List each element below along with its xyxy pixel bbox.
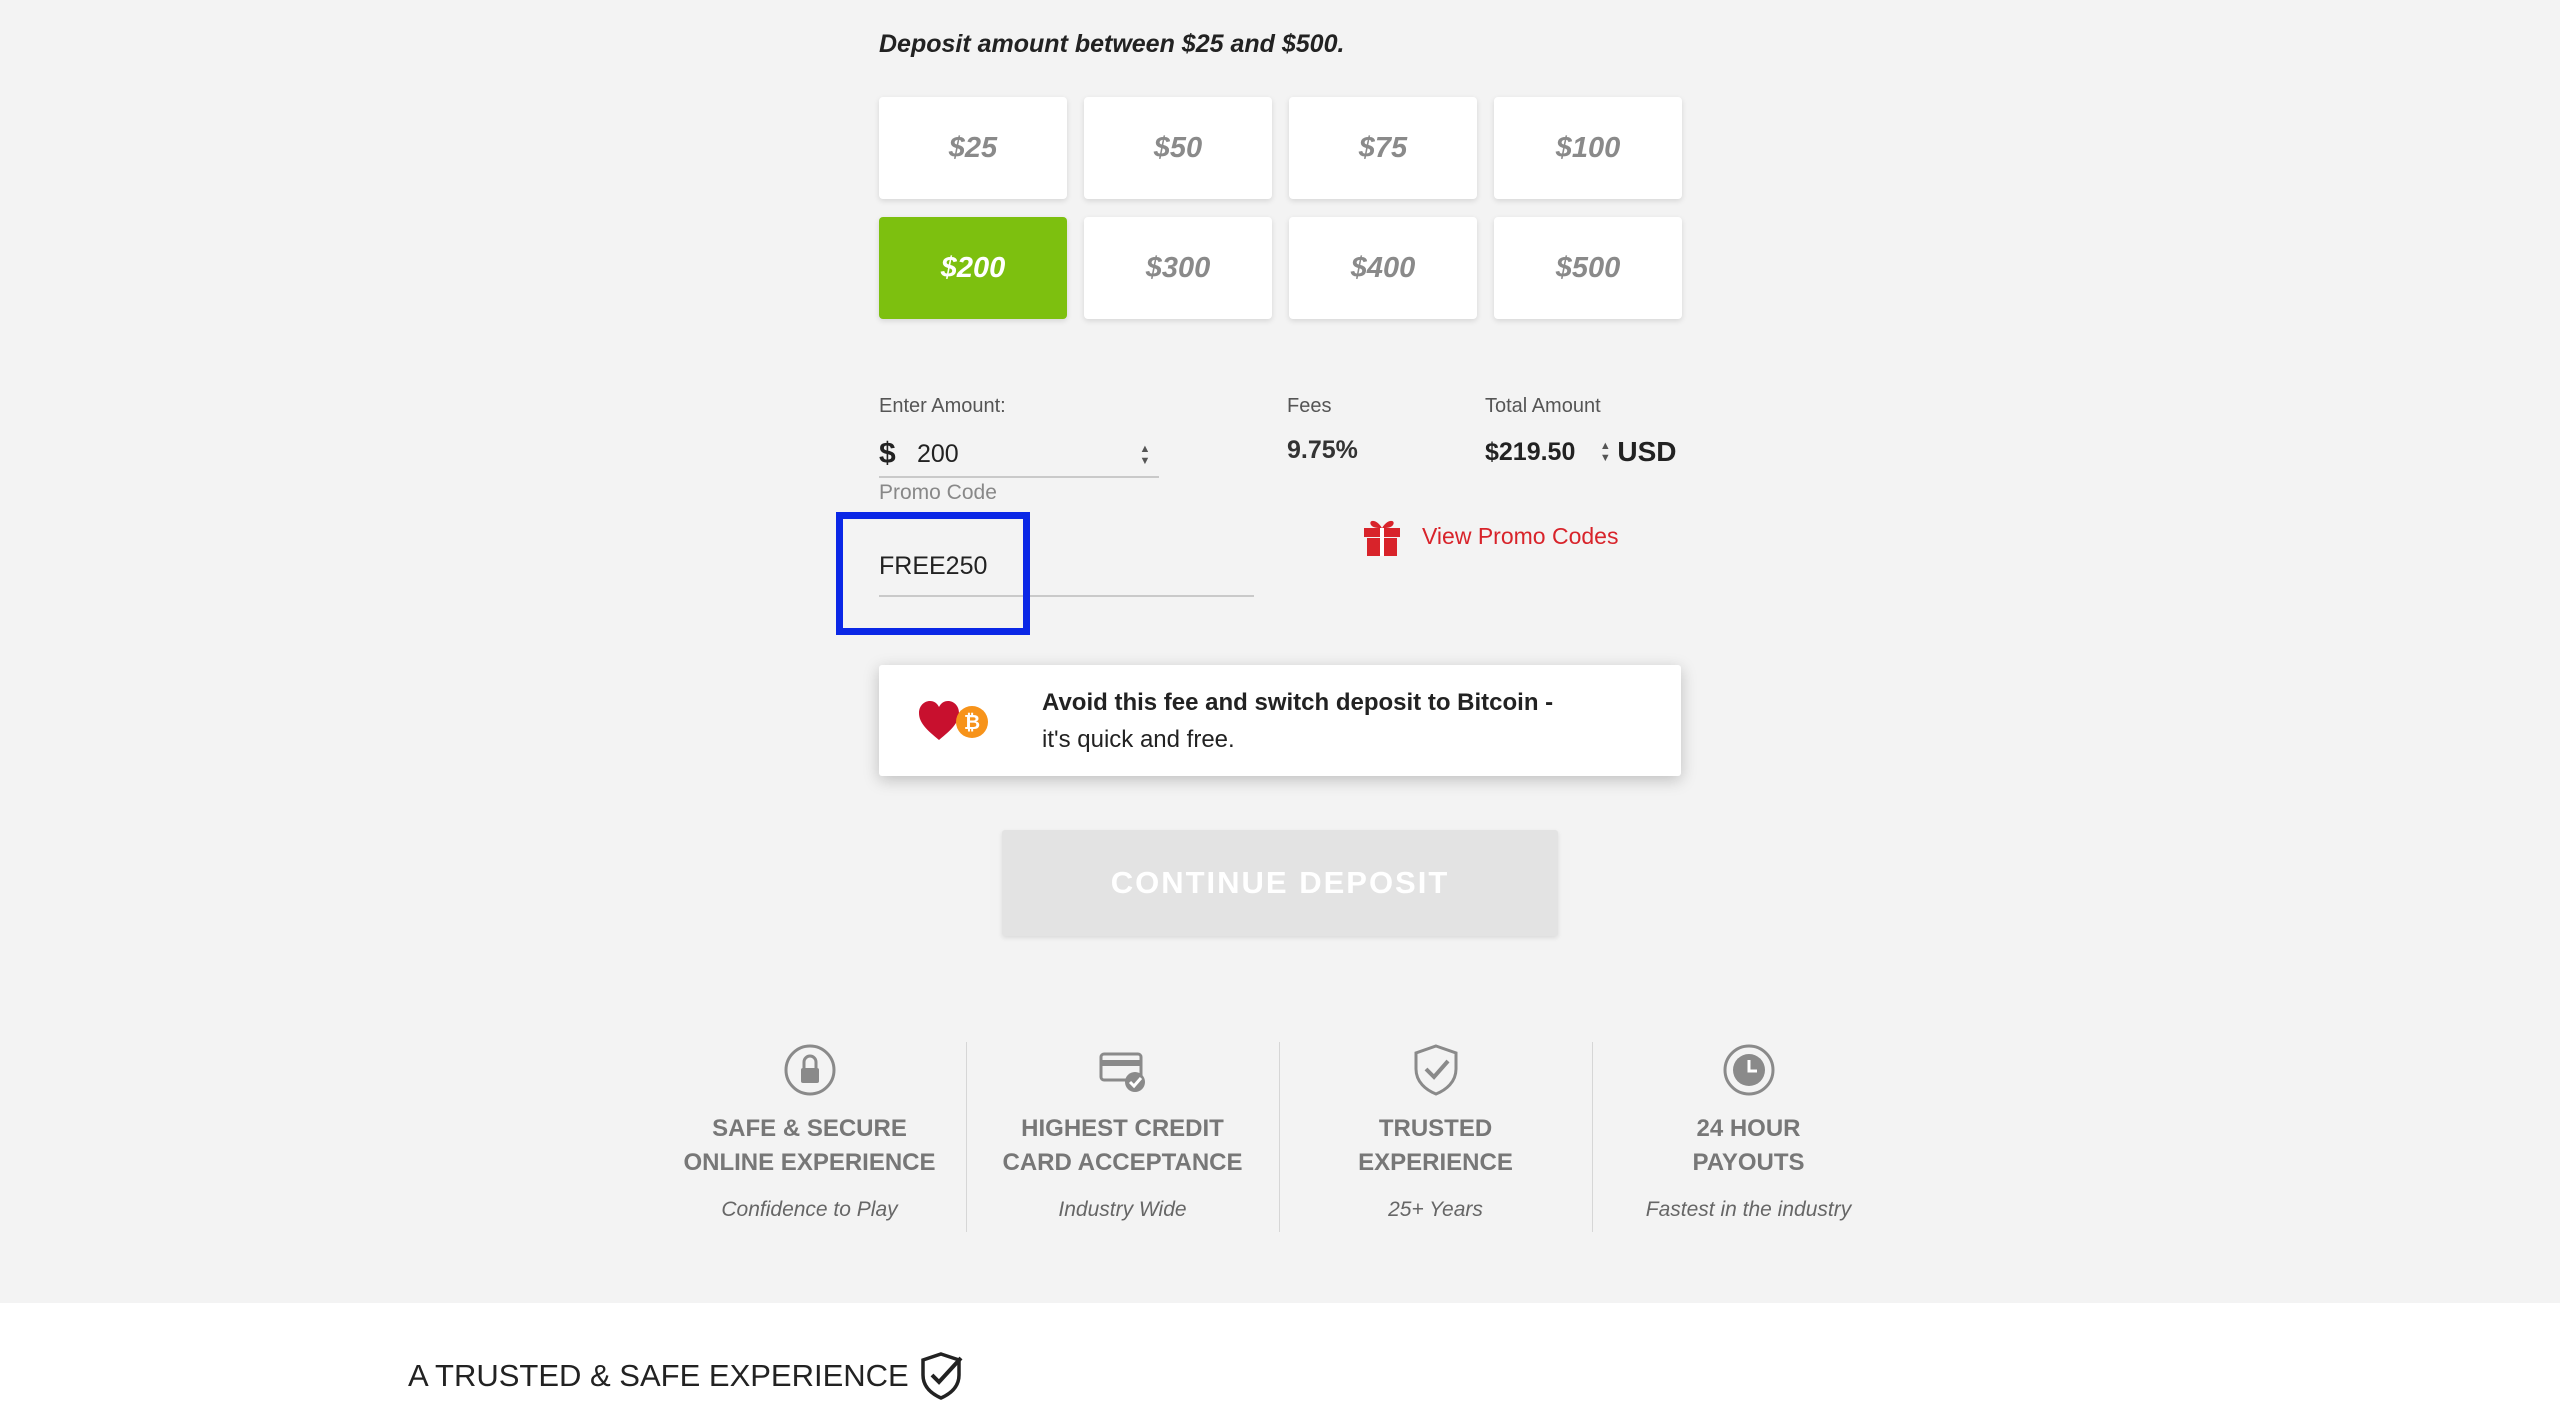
feature-subtitle: Industry Wide	[1058, 1198, 1187, 1221]
lock-icon	[784, 1044, 835, 1096]
chevron-up-icon[interactable]: ▲	[1600, 440, 1611, 452]
amount-input[interactable]	[917, 439, 1117, 469]
clock-icon	[1723, 1044, 1774, 1096]
bitcoin-banner-text: Avoid this fee and switch deposit to Bit…	[1042, 684, 1553, 758]
enter-amount-label: Enter Amount:	[879, 395, 1006, 417]
total-amount: $219.50 ▲ ▼ USD	[1485, 436, 1677, 468]
amount-field: $ ▲ ▼	[879, 432, 1159, 478]
bitcoin-banner-headline: Avoid this fee and switch deposit to Bit…	[1042, 688, 1554, 716]
feature-trusted: TRUSTED EXPERIENCE 25+ Years	[1279, 1032, 1592, 1232]
fees-label: Fees	[1287, 395, 1332, 417]
credit-card-icon	[1099, 1052, 1145, 1092]
chevron-up-icon[interactable]: ▲	[1140, 443, 1151, 455]
bitcoin-banner[interactable]: ₿ Avoid this fee and switch deposit to B…	[879, 665, 1681, 776]
gift-icon	[1364, 520, 1400, 556]
amount-options-grid: $25 $50 $75 $100 $200 $300 $400 $500	[879, 97, 1682, 319]
promo-code-label: Promo Code	[879, 481, 997, 504]
total-amount-label: Total Amount	[1485, 395, 1601, 417]
amount-option-400[interactable]: $400	[1289, 217, 1477, 319]
feature-subtitle: Confidence to Play	[721, 1198, 898, 1221]
view-promo-codes-link[interactable]: View Promo Codes	[1360, 514, 1618, 558]
shield-check-icon	[920, 1352, 963, 1400]
svg-text:₿: ₿	[964, 710, 980, 734]
deposit-page: Deposit amount between $25 and $500. $25…	[0, 0, 2560, 1405]
currency-select[interactable]: USD	[1617, 436, 1676, 468]
footer-title-text: A TRUSTED & SAFE EXPERIENCE	[408, 1358, 909, 1393]
feature-payouts: 24 HOUR PAYOUTS Fastest in the industry	[1592, 1032, 1905, 1232]
footer-band	[0, 1303, 2560, 1405]
bitcoin-banner-subtext: it's quick and free.	[1042, 725, 1235, 753]
feature-subtitle: 25+ Years	[1388, 1198, 1483, 1221]
heart-bitcoin-icon: ₿	[919, 700, 988, 740]
currency-symbol: $	[879, 437, 896, 470]
deposit-range-hint: Deposit amount between $25 and $500.	[879, 30, 1345, 58]
amount-option-200[interactable]: $200	[879, 217, 1067, 319]
continue-deposit-button[interactable]: CONTINUE DEPOSIT	[1002, 830, 1558, 936]
amount-stepper[interactable]: ▲ ▼	[1137, 442, 1153, 468]
feature-safe-secure: SAFE & SECURE ONLINE EXPERIENCE Confiden…	[653, 1032, 966, 1232]
feature-title: TRUSTED EXPERIENCE	[1358, 1115, 1513, 1176]
features-row: SAFE & SECURE ONLINE EXPERIENCE Confiden…	[653, 1032, 1907, 1232]
feature-credit-card: HIGHEST CREDIT CARD ACCEPTANCE Industry …	[966, 1032, 1279, 1232]
feature-title: HIGHEST CREDIT CARD ACCEPTANCE	[1002, 1115, 1243, 1176]
amount-option-500[interactable]: $500	[1494, 217, 1682, 319]
feature-title: SAFE & SECURE ONLINE EXPERIENCE	[683, 1115, 936, 1176]
shield-check-icon	[1414, 1044, 1457, 1096]
amount-option-50[interactable]: $50	[1084, 97, 1272, 199]
footer-title: A TRUSTED & SAFE EXPERIENCE	[408, 1350, 967, 1402]
view-promo-codes-label: View Promo Codes	[1422, 522, 1619, 549]
total-amount-value: $219.50	[1485, 437, 1576, 466]
focus-highlight-box	[836, 512, 1030, 635]
fees-value: 9.75%	[1287, 436, 1358, 464]
feature-subtitle: Fastest in the industry	[1645, 1198, 1852, 1221]
amount-option-75[interactable]: $75	[1289, 97, 1477, 199]
chevron-down-icon[interactable]: ▼	[1140, 455, 1151, 467]
amount-option-25[interactable]: $25	[879, 97, 1067, 199]
chevron-down-icon[interactable]: ▼	[1600, 452, 1611, 464]
amount-option-100[interactable]: $100	[1494, 97, 1682, 199]
amount-option-300[interactable]: $300	[1084, 217, 1272, 319]
feature-title: 24 HOUR PAYOUTS	[1692, 1115, 1805, 1176]
currency-stepper[interactable]: ▲ ▼	[1597, 439, 1613, 465]
